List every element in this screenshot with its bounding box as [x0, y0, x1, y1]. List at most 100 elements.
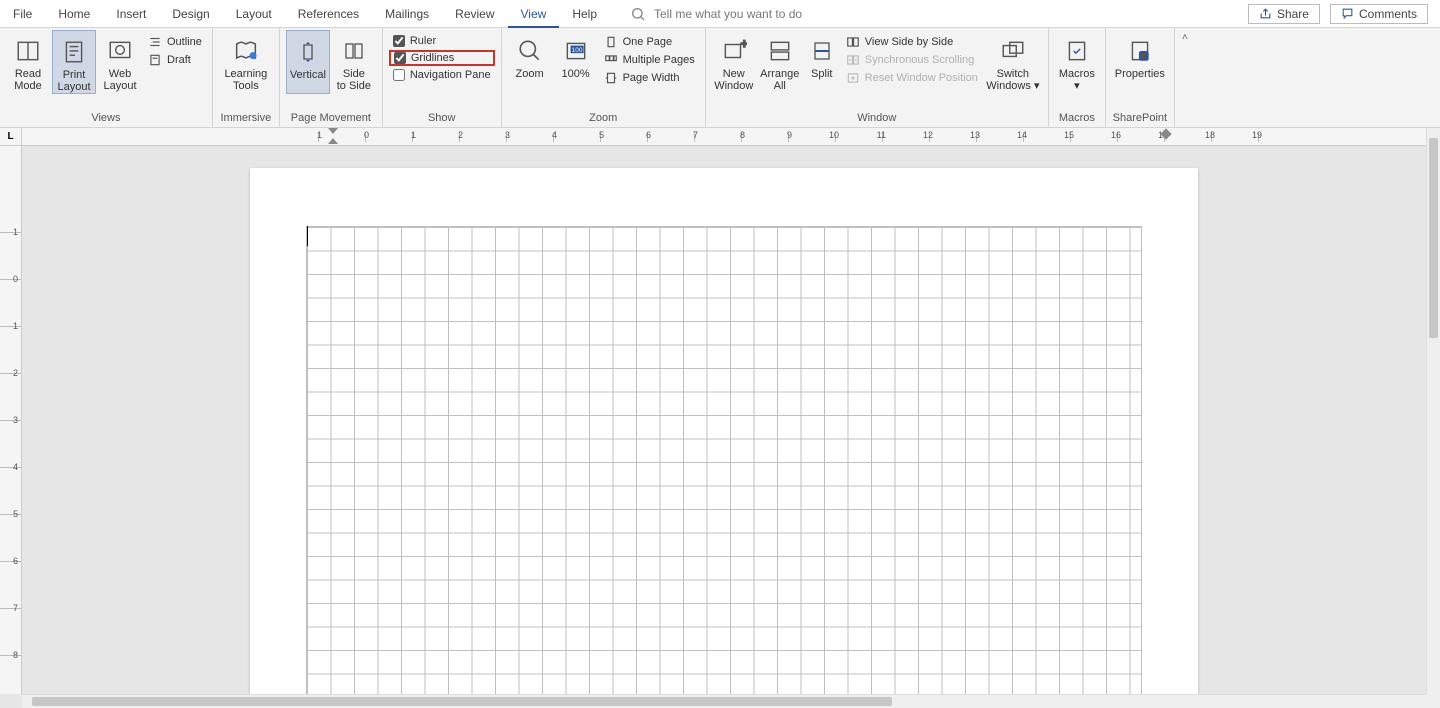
switch-windows-icon [1000, 38, 1026, 64]
page-width-button[interactable]: Page Width [600, 70, 699, 86]
vertical-scrollbar[interactable] [1426, 128, 1440, 694]
first-line-indent-marker[interactable] [328, 128, 338, 134]
page-width-icon [604, 71, 618, 85]
draft-button[interactable]: Draft [144, 52, 206, 68]
ruler-check-input[interactable] [393, 35, 405, 47]
macros-label: Macros [1059, 68, 1095, 80]
tab-insert[interactable]: Insert [103, 0, 159, 28]
vertical-button[interactable]: Vertical [286, 30, 330, 94]
side-to-side-button[interactable]: Side to Side [332, 30, 376, 92]
macros-button[interactable]: Macros▾ [1055, 30, 1099, 92]
show-group-label: Show [389, 110, 495, 127]
split-button[interactable]: Split [804, 30, 840, 92]
views-group-label: Views [6, 110, 206, 127]
comments-label: Comments [1359, 7, 1417, 21]
view-side-by-side-button[interactable]: View Side by Side [842, 34, 982, 50]
tab-help[interactable]: Help [559, 0, 610, 28]
sync-scrolling-label: Synchronous Scrolling [865, 54, 974, 66]
print-layout-button[interactable]: Print Layout [52, 30, 96, 94]
arrange-all-button[interactable]: Arrange All [758, 30, 802, 92]
gridlines-check-input[interactable] [394, 52, 406, 64]
read-mode-button[interactable]: Read Mode [6, 30, 50, 92]
horizontal-ruler[interactable]: 1012345678910111213141516171819 [22, 128, 1426, 146]
properties-icon: S [1127, 38, 1153, 64]
ruler-checkbox[interactable]: Ruler [389, 34, 495, 48]
gridlines-checkbox[interactable]: Gridlines [389, 50, 495, 66]
tab-file[interactable]: File [0, 0, 45, 28]
share-button[interactable]: Share [1248, 4, 1320, 24]
learning-tools-button[interactable]: Learning Tools [219, 30, 273, 92]
scroll-corner [1426, 694, 1440, 708]
group-page-movement: Vertical Side to Side Page Movement [280, 28, 383, 127]
tab-mailings[interactable]: Mailings [372, 0, 442, 28]
zoom-button[interactable]: Zoom [508, 30, 552, 92]
learning-tools-label: Learning Tools [219, 68, 273, 92]
tab-view[interactable]: View [508, 0, 560, 28]
macros-group-label: Macros [1055, 110, 1099, 127]
one-page-button[interactable]: One Page [600, 34, 699, 50]
print-layout-icon [61, 39, 87, 65]
properties-button[interactable]: S Properties [1112, 30, 1168, 92]
collapse-ribbon-button[interactable]: ˄ [1175, 28, 1195, 127]
horizontal-scrollbar[interactable] [22, 694, 1426, 708]
group-macros: Macros▾ Macros [1049, 28, 1106, 127]
web-layout-button[interactable]: Web Layout [98, 30, 142, 92]
hanging-indent-marker[interactable] [328, 138, 338, 144]
outline-icon [148, 35, 162, 49]
document-page[interactable] [250, 168, 1198, 708]
reset-window-label: Reset Window Position [865, 72, 978, 84]
view-side-by-side-label: View Side by Side [865, 36, 953, 48]
comments-button[interactable]: Comments [1330, 4, 1428, 24]
immersive-group-label: Immersive [219, 110, 273, 127]
draft-icon [148, 53, 162, 67]
hundred-label: 100% [554, 68, 598, 92]
arrange-all-label: Arrange All [758, 68, 802, 92]
group-sharepoint: S Properties SharePoint [1106, 28, 1175, 127]
chevron-down-icon: ▾ [1034, 80, 1040, 92]
hundred-percent-button[interactable]: 100 100% [554, 30, 598, 92]
reset-window-position-button: Reset Window Position [842, 70, 982, 86]
zoom-icon [517, 38, 543, 64]
vertical-label: Vertical [287, 69, 329, 93]
tab-references[interactable]: References [285, 0, 372, 28]
outline-label: Outline [167, 36, 202, 48]
read-mode-icon [15, 38, 41, 64]
document-workspace: L 1012345678910111213141516171819 101234… [0, 128, 1440, 708]
navigation-pane-checkbox[interactable]: Navigation Pane [389, 68, 495, 82]
group-zoom: Zoom 100 100% One Page Multiple Pages Pa… [502, 28, 706, 127]
multiple-pages-label: Multiple Pages [623, 54, 695, 66]
ribbon: Read Mode Print Layout Web Layout Outlin… [0, 28, 1440, 128]
new-window-icon: + [721, 38, 747, 64]
vertical-scroll-thumb[interactable] [1429, 138, 1438, 338]
tab-layout[interactable]: Layout [223, 0, 285, 28]
reset-window-icon [846, 71, 860, 85]
new-window-button[interactable]: + New Window [712, 30, 756, 92]
share-label: Share [1277, 7, 1309, 21]
multiple-pages-button[interactable]: Multiple Pages [600, 52, 699, 68]
vertical-ruler[interactable]: 1012345678910 [0, 146, 22, 694]
chevron-down-icon: ▾ [1074, 80, 1080, 92]
page-movement-group-label: Page Movement [286, 110, 376, 127]
multiple-pages-icon [604, 53, 618, 67]
vertical-icon [296, 38, 320, 66]
tab-design[interactable]: Design [159, 0, 222, 28]
share-icon [1259, 7, 1272, 20]
side-to-side-icon [342, 39, 366, 63]
svg-text:+: + [740, 38, 747, 51]
tell-me-search[interactable]: Tell me what you want to do [630, 6, 802, 22]
side-to-side-label: Side to Side [332, 68, 376, 92]
tab-review[interactable]: Review [442, 0, 507, 28]
gridlines-label: Gridlines [411, 52, 454, 64]
outline-button[interactable]: Outline [144, 34, 206, 50]
one-page-icon [604, 35, 618, 49]
group-window: + New Window Arrange All Split View Side… [706, 28, 1049, 127]
hundred-icon: 100 [563, 38, 589, 64]
group-show: Ruler Gridlines Navigation Pane Show [383, 28, 502, 127]
tab-stop-selector[interactable]: L [0, 128, 22, 146]
switch-windows-button[interactable]: Switch Windows ▾ [984, 30, 1042, 92]
zoom-label: Zoom [508, 68, 552, 92]
navigation-pane-check-input[interactable] [393, 69, 405, 81]
horizontal-scroll-thumb[interactable] [32, 697, 892, 706]
group-views: Read Mode Print Layout Web Layout Outlin… [0, 28, 213, 127]
tab-home[interactable]: Home [45, 0, 103, 28]
